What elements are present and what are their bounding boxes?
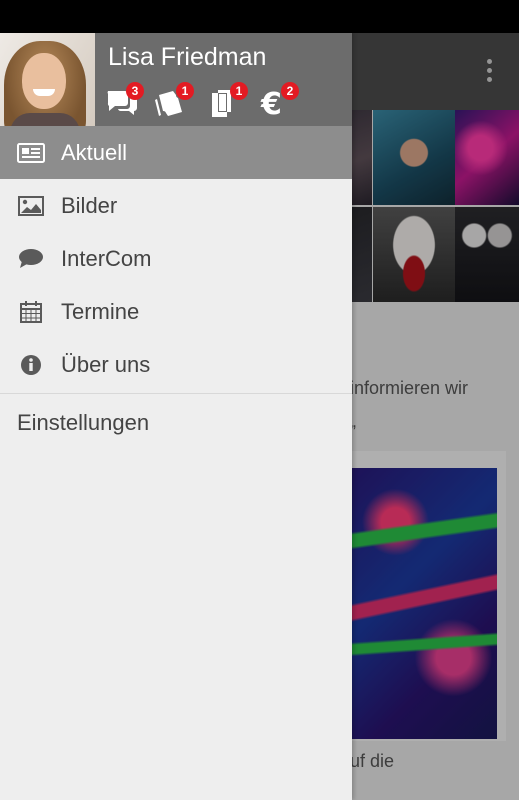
euro-icon[interactable]: € 2: [260, 82, 299, 119]
user-name: Lisa Friedman: [108, 43, 267, 71]
chat-count-badge: 3: [126, 82, 144, 100]
tickets-count-badge: 1: [176, 82, 194, 100]
documents-count-badge: 1: [230, 82, 248, 100]
menu-item-aktuell[interactable]: Aktuell: [0, 126, 352, 179]
menu-label: InterCom: [61, 245, 152, 271]
navigation-drawer: Lisa Friedman 3 1 1 € 2 Aktuell Bilder I…: [0, 33, 352, 800]
chat-bubbles-icon[interactable]: 3: [105, 82, 144, 119]
menu-item-ueber-uns[interactable]: Über uns: [0, 338, 352, 391]
avatar[interactable]: [0, 33, 95, 126]
menu-item-termine[interactable]: Termine: [0, 285, 352, 338]
drawer-menu: Aktuell Bilder InterCom Termine Über uns…: [0, 126, 352, 451]
menu-label: Termine: [61, 298, 140, 324]
status-bar: [0, 0, 519, 33]
tickets-icon[interactable]: 1: [155, 82, 194, 119]
euro-count-badge: 2: [281, 82, 299, 100]
menu-label: Über uns: [61, 351, 151, 377]
drawer-header: Lisa Friedman 3 1 1 € 2: [0, 33, 352, 126]
documents-icon[interactable]: 1: [209, 82, 248, 119]
settings-item[interactable]: Einstellungen: [0, 394, 352, 451]
calendar-icon: [0, 285, 61, 338]
menu-item-bilder[interactable]: Bilder: [0, 179, 352, 232]
menu-label: Bilder: [61, 192, 118, 218]
menu-item-intercom[interactable]: InterCom: [0, 232, 352, 285]
info-icon: [0, 338, 61, 391]
speech-bubble-icon: [0, 232, 61, 285]
newspaper-icon: [0, 126, 61, 179]
menu-label: Aktuell: [61, 139, 128, 165]
svg-text:€: €: [260, 87, 282, 119]
image-icon: [0, 179, 61, 232]
